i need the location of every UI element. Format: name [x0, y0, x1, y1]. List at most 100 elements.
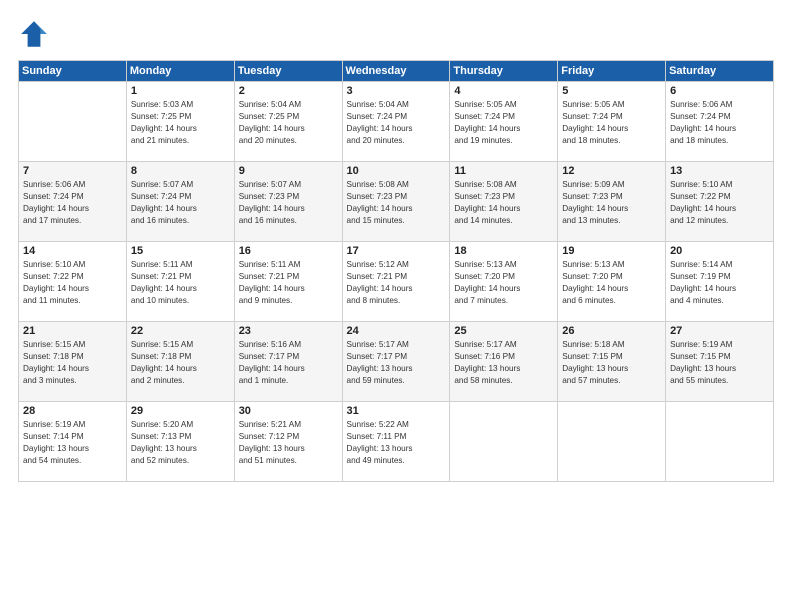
day-info: Sunrise: 5:04 AMSunset: 7:25 PMDaylight:… [239, 99, 338, 147]
calendar-week-row: 1Sunrise: 5:03 AMSunset: 7:25 PMDaylight… [19, 82, 774, 162]
day-number: 15 [131, 245, 230, 257]
calendar-week-row: 21 Sunrise: 5:15 AMSunset: 7:18 PMDayligh… [19, 322, 774, 402]
calendar-cell: 18 Sunrise: 5:13 AMSunset: 7:20 PMDayligh… [450, 242, 558, 322]
calendar-cell: 11 Sunrise: 5:08 AMSunset: 7:23 PMDayligh… [450, 162, 558, 242]
day-info: Sunrise: 5:11 AMSunset: 7:21 PMDaylight:… [239, 259, 338, 307]
calendar-header-saturday: Saturday [666, 61, 774, 82]
calendar-header-monday: Monday [126, 61, 234, 82]
calendar-cell: 20 Sunrise: 5:14 AMSunset: 7:19 PMDayligh… [666, 242, 774, 322]
calendar-header-friday: Friday [558, 61, 666, 82]
day-info: Sunrise: 5:06 AMSunset: 7:24 PMDaylight:… [670, 99, 769, 147]
day-info: Sunrise: 5:10 AMSunset: 7:22 PMDaylight:… [23, 259, 122, 307]
calendar-week-row: 7 Sunrise: 5:06 AMSunset: 7:24 PMDaylight… [19, 162, 774, 242]
day-number: 18 [454, 245, 553, 257]
day-number: 21 [23, 325, 122, 337]
day-number: 3 [347, 85, 446, 97]
day-info: Sunrise: 5:19 AMSunset: 7:14 PMDaylight:… [23, 419, 122, 467]
day-info: Sunrise: 5:03 AMSunset: 7:25 PMDaylight:… [131, 99, 230, 147]
day-number: 24 [347, 325, 446, 337]
day-number: 5 [562, 85, 661, 97]
day-number: 31 [347, 405, 446, 417]
calendar-header-row: SundayMondayTuesdayWednesdayThursdayFrid… [19, 61, 774, 82]
day-number: 9 [239, 165, 338, 177]
day-number: 13 [670, 165, 769, 177]
day-info: Sunrise: 5:21 AMSunset: 7:12 PMDaylight:… [239, 419, 338, 467]
calendar-week-row: 28 Sunrise: 5:19 AMSunset: 7:14 PMDayligh… [19, 402, 774, 482]
calendar-header-wednesday: Wednesday [342, 61, 450, 82]
day-info: Sunrise: 5:04 AMSunset: 7:24 PMDaylight:… [347, 99, 446, 147]
calendar-cell: 13Sunrise: 5:10 AMSunset: 7:22 PMDayligh… [666, 162, 774, 242]
calendar-cell [558, 402, 666, 482]
calendar-cell: 23 Sunrise: 5:16 AMSunset: 7:17 PMDayligh… [234, 322, 342, 402]
day-info: Sunrise: 5:06 AMSunset: 7:24 PMDaylight:… [23, 179, 122, 227]
day-info: Sunrise: 5:17 AMSunset: 7:16 PMDaylight:… [454, 339, 553, 387]
calendar-cell [450, 402, 558, 482]
day-number: 7 [23, 165, 122, 177]
calendar-cell: 22 Sunrise: 5:15 AMSunset: 7:18 PMDayligh… [126, 322, 234, 402]
calendar-cell: 12 Sunrise: 5:09 AMSunset: 7:23 PMDayligh… [558, 162, 666, 242]
day-info: Sunrise: 5:08 AMSunset: 7:23 PMDaylight:… [347, 179, 446, 227]
logo-icon [18, 18, 50, 50]
calendar-cell: 25 Sunrise: 5:17 AMSunset: 7:16 PMDayligh… [450, 322, 558, 402]
calendar-cell: 14 Sunrise: 5:10 AMSunset: 7:22 PMDayligh… [19, 242, 127, 322]
calendar-cell: 5 Sunrise: 5:05 AMSunset: 7:24 PMDaylight… [558, 82, 666, 162]
day-info: Sunrise: 5:05 AMSunset: 7:24 PMDaylight:… [562, 99, 661, 147]
calendar-cell: 29Sunrise: 5:20 AMSunset: 7:13 PMDayligh… [126, 402, 234, 482]
day-number: 19 [562, 245, 661, 257]
calendar-cell: 28 Sunrise: 5:19 AMSunset: 7:14 PMDayligh… [19, 402, 127, 482]
calendar-cell: 4 Sunrise: 5:05 AMSunset: 7:24 PMDaylight… [450, 82, 558, 162]
day-info: Sunrise: 5:14 AMSunset: 7:19 PMDaylight:… [670, 259, 769, 307]
calendar-cell: 15 Sunrise: 5:11 AMSunset: 7:21 PMDayligh… [126, 242, 234, 322]
day-info: Sunrise: 5:08 AMSunset: 7:23 PMDaylight:… [454, 179, 553, 227]
calendar-cell: 30 Sunrise: 5:21 AMSunset: 7:12 PMDayligh… [234, 402, 342, 482]
calendar-cell [19, 82, 127, 162]
day-number: 20 [670, 245, 769, 257]
day-number: 16 [239, 245, 338, 257]
calendar-cell: 31Sunrise: 5:22 AMSunset: 7:11 PMDayligh… [342, 402, 450, 482]
day-number: 10 [347, 165, 446, 177]
day-info: Sunrise: 5:19 AMSunset: 7:15 PMDaylight:… [670, 339, 769, 387]
day-number: 23 [239, 325, 338, 337]
day-info: Sunrise: 5:13 AMSunset: 7:20 PMDaylight:… [562, 259, 661, 307]
day-number: 28 [23, 405, 122, 417]
day-info: Sunrise: 5:05 AMSunset: 7:24 PMDaylight:… [454, 99, 553, 147]
page: SundayMondayTuesdayWednesdayThursdayFrid… [0, 0, 792, 612]
day-info: Sunrise: 5:07 AMSunset: 7:24 PMDaylight:… [131, 179, 230, 227]
calendar-cell: 26 Sunrise: 5:18 AMSunset: 7:15 PMDayligh… [558, 322, 666, 402]
day-info: Sunrise: 5:12 AMSunset: 7:21 PMDaylight:… [347, 259, 446, 307]
day-number: 4 [454, 85, 553, 97]
calendar-header-tuesday: Tuesday [234, 61, 342, 82]
calendar-cell: 10 Sunrise: 5:08 AMSunset: 7:23 PMDayligh… [342, 162, 450, 242]
day-number: 26 [562, 325, 661, 337]
day-info: Sunrise: 5:13 AMSunset: 7:20 PMDaylight:… [454, 259, 553, 307]
day-info: Sunrise: 5:16 AMSunset: 7:17 PMDaylight:… [239, 339, 338, 387]
day-info: Sunrise: 5:20 AMSunset: 7:13 PMDaylight:… [131, 419, 230, 467]
day-number: 8 [131, 165, 230, 177]
day-number: 14 [23, 245, 122, 257]
calendar-header-thursday: Thursday [450, 61, 558, 82]
calendar-cell: 27Sunrise: 5:19 AMSunset: 7:15 PMDayligh… [666, 322, 774, 402]
calendar-cell: 1Sunrise: 5:03 AMSunset: 7:25 PMDaylight… [126, 82, 234, 162]
logo [18, 18, 54, 50]
day-number: 11 [454, 165, 553, 177]
calendar-cell: 3 Sunrise: 5:04 AMSunset: 7:24 PMDaylight… [342, 82, 450, 162]
calendar-cell: 17Sunrise: 5:12 AMSunset: 7:21 PMDayligh… [342, 242, 450, 322]
calendar-header-sunday: Sunday [19, 61, 127, 82]
calendar-cell: 2 Sunrise: 5:04 AMSunset: 7:25 PMDaylight… [234, 82, 342, 162]
day-info: Sunrise: 5:09 AMSunset: 7:23 PMDaylight:… [562, 179, 661, 227]
calendar-cell: 16 Sunrise: 5:11 AMSunset: 7:21 PMDayligh… [234, 242, 342, 322]
calendar-week-row: 14 Sunrise: 5:10 AMSunset: 7:22 PMDayligh… [19, 242, 774, 322]
day-info: Sunrise: 5:11 AMSunset: 7:21 PMDaylight:… [131, 259, 230, 307]
day-number: 2 [239, 85, 338, 97]
calendar-cell: 19 Sunrise: 5:13 AMSunset: 7:20 PMDayligh… [558, 242, 666, 322]
day-info: Sunrise: 5:15 AMSunset: 7:18 PMDaylight:… [131, 339, 230, 387]
day-number: 6 [670, 85, 769, 97]
day-number: 22 [131, 325, 230, 337]
header [18, 18, 774, 50]
day-info: Sunrise: 5:18 AMSunset: 7:15 PMDaylight:… [562, 339, 661, 387]
calendar-cell: 21Sunrise: 5:15 AMSunset: 7:18 PMDayligh… [19, 322, 127, 402]
calendar-cell: 8 Sunrise: 5:07 AMSunset: 7:24 PMDaylight… [126, 162, 234, 242]
day-number: 12 [562, 165, 661, 177]
day-number: 25 [454, 325, 553, 337]
day-number: 30 [239, 405, 338, 417]
